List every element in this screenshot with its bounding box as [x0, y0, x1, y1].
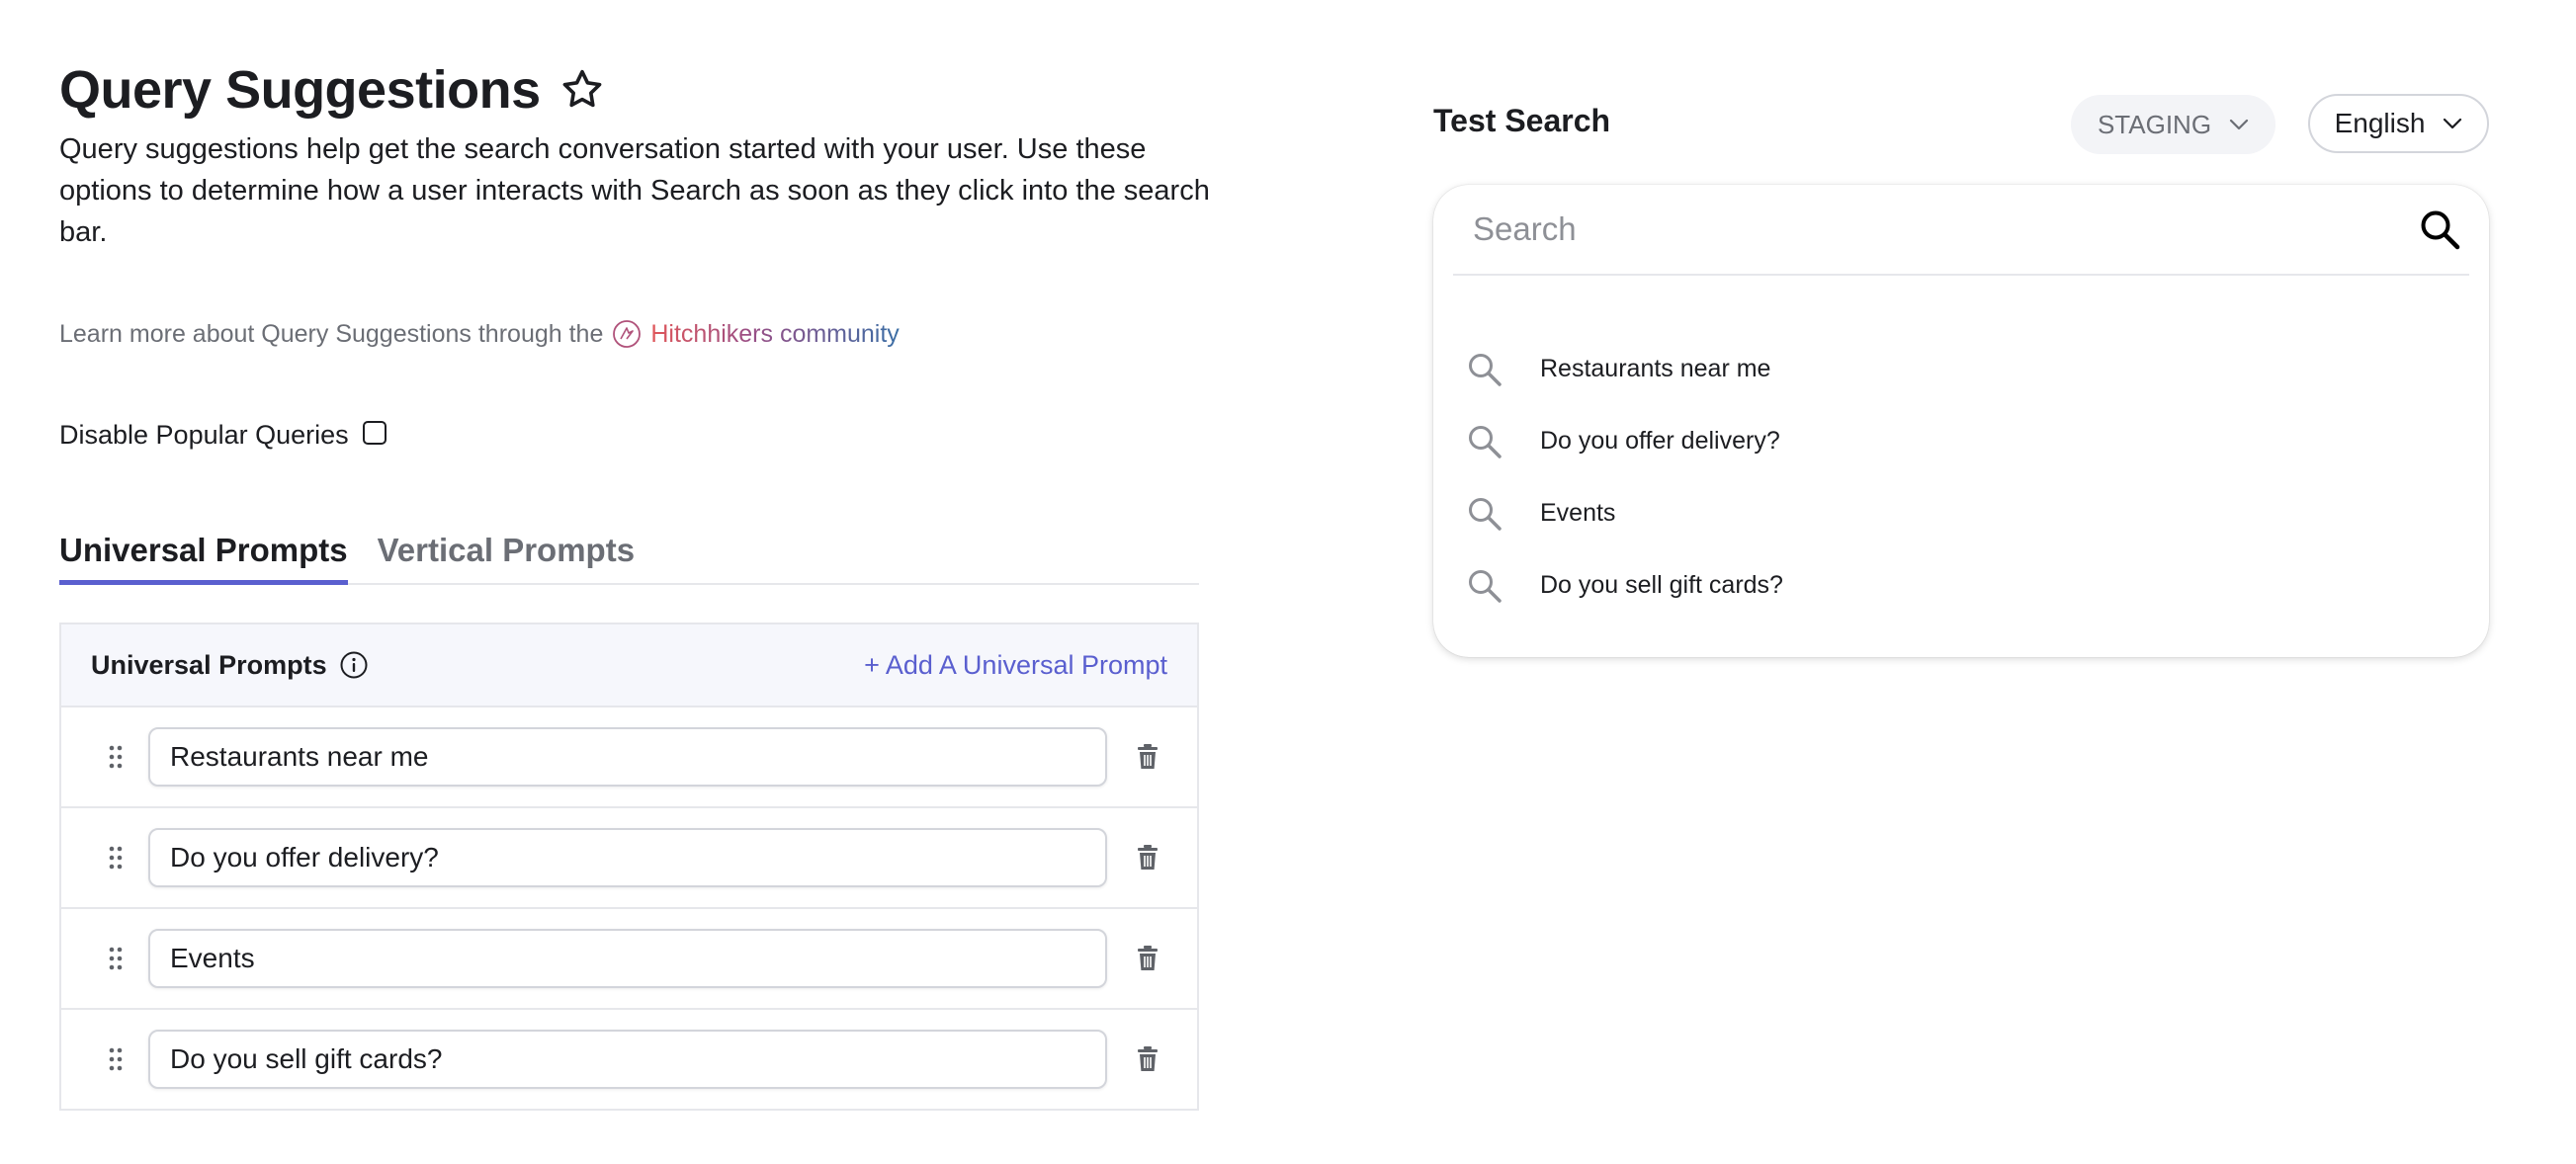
- chevron-down-icon: [2229, 118, 2249, 131]
- suggestion-text: Restaurants near me: [1540, 355, 1771, 382]
- panel-title-text: Universal Prompts: [91, 649, 327, 680]
- universal-prompts-panel: Universal Prompts + Add A Universal Prom…: [59, 623, 1199, 1111]
- environment-value: STAGING: [2097, 109, 2212, 139]
- prompt-row: [61, 909, 1197, 1010]
- drag-handle-icon[interactable]: [101, 843, 130, 873]
- trash-icon[interactable]: [1135, 844, 1160, 872]
- disable-popular-queries: Disable Popular Queries: [59, 420, 386, 451]
- suggestion-list: Restaurants near me Do you offer deliver…: [1433, 333, 2489, 622]
- search-icon: [1466, 423, 1503, 460]
- search-icon: [1466, 567, 1503, 605]
- disable-popular-queries-checkbox[interactable]: [362, 420, 386, 445]
- chevron-down-icon: [2443, 117, 2462, 130]
- prompt-row: [61, 707, 1197, 808]
- star-icon[interactable]: [558, 66, 606, 114]
- suggestion-item[interactable]: Events: [1433, 477, 2489, 549]
- suggestion-item[interactable]: Do you sell gift cards?: [1433, 549, 2489, 622]
- trash-icon[interactable]: [1135, 945, 1160, 972]
- search-icon: [1466, 351, 1503, 388]
- add-universal-prompt-button[interactable]: + Add A Universal Prompt: [864, 650, 1167, 681]
- hitchhikers-community-link[interactable]: Hitchhikers community: [650, 320, 899, 349]
- trash-icon[interactable]: [1135, 1045, 1160, 1073]
- disable-popular-queries-label: Disable Popular Queries: [59, 420, 349, 450]
- prompt-input[interactable]: [148, 929, 1107, 988]
- drag-handle-icon[interactable]: [101, 1044, 130, 1074]
- trash-icon[interactable]: [1135, 743, 1160, 771]
- panel-title: Universal Prompts: [91, 650, 369, 681]
- prompt-input[interactable]: [148, 1030, 1107, 1089]
- learn-more-text: Learn more about Query Suggestions throu…: [59, 318, 900, 350]
- prompt-input[interactable]: [148, 828, 1107, 887]
- search-bar: [1453, 185, 2469, 276]
- title-row: Query Suggestions: [59, 59, 606, 121]
- suggestion-text: Do you offer delivery?: [1540, 427, 1780, 455]
- test-search-title: Test Search: [1433, 103, 1611, 138]
- prompt-input[interactable]: [148, 727, 1107, 787]
- search-input[interactable]: [1453, 209, 2418, 249]
- learn-more-prefix: Learn more about Query Suggestions throu…: [59, 319, 604, 348]
- suggestion-item[interactable]: Restaurants near me: [1433, 333, 2489, 405]
- info-icon[interactable]: [339, 650, 369, 680]
- suggestion-text: Do you sell gift cards?: [1540, 571, 1783, 599]
- environment-select[interactable]: STAGING: [2071, 95, 2275, 154]
- search-preview-card: Restaurants near me Do you offer deliver…: [1433, 185, 2489, 657]
- search-icon[interactable]: [2418, 208, 2461, 251]
- drag-handle-icon[interactable]: [101, 944, 130, 973]
- hitchhikers-logo-icon: [611, 318, 643, 350]
- prompt-row: [61, 808, 1197, 909]
- language-select[interactable]: English: [2308, 94, 2489, 153]
- search-icon: [1466, 495, 1503, 533]
- drag-handle-icon[interactable]: [101, 742, 130, 772]
- suggestion-item[interactable]: Do you offer delivery?: [1433, 405, 2489, 477]
- suggestion-text: Events: [1540, 499, 1616, 527]
- tab-vertical-prompts[interactable]: Vertical Prompts: [378, 532, 635, 583]
- language-value: English: [2334, 108, 2426, 138]
- panel-header: Universal Prompts + Add A Universal Prom…: [61, 624, 1197, 707]
- prompt-row: [61, 1010, 1197, 1109]
- page-title: Query Suggestions: [59, 60, 541, 120]
- page-description: Query suggestions help get the search co…: [59, 133, 1210, 248]
- prompt-tabs: Universal Prompts Vertical Prompts: [59, 532, 1199, 585]
- tab-universal-prompts[interactable]: Universal Prompts: [59, 532, 348, 585]
